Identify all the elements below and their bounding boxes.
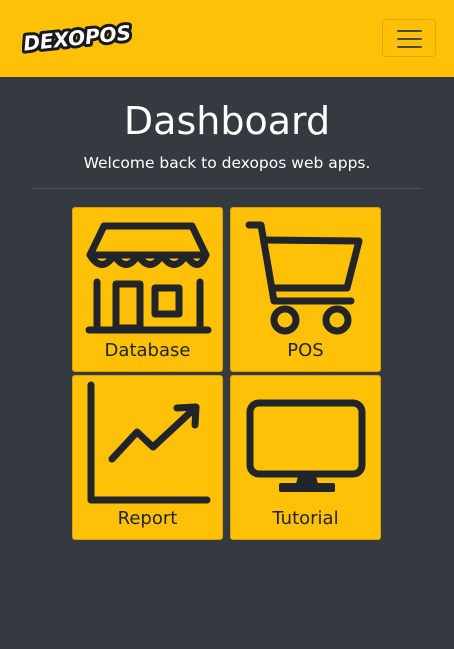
hamburger-icon xyxy=(397,30,422,32)
tile-label: POS xyxy=(287,340,324,361)
divider xyxy=(32,188,422,189)
menu-toggle-button[interactable] xyxy=(382,19,436,57)
page-subtitle: Welcome back to dexopos web apps. xyxy=(83,154,371,172)
tile-tutorial[interactable]: Tutorial xyxy=(230,375,381,540)
brand-logo[interactable]: DEXOPOS xyxy=(22,17,132,57)
page-title: Dashboard xyxy=(123,99,331,143)
svg-text:DEXOPOS: DEXOPOS xyxy=(22,20,132,55)
tile-pos[interactable]: POS xyxy=(230,207,381,372)
tile-database[interactable]: Database xyxy=(72,207,223,372)
tile-label: Database xyxy=(104,340,191,361)
tile-label: Report xyxy=(117,508,178,529)
tile-label: Tutorial xyxy=(272,508,339,529)
dexopos-logo-icon: DEXOPOS xyxy=(22,17,132,57)
navbar: DEXOPOS xyxy=(0,0,454,77)
tile-report[interactable]: Report xyxy=(72,375,223,540)
